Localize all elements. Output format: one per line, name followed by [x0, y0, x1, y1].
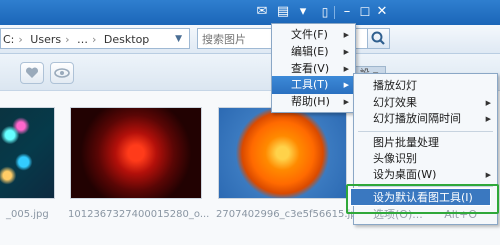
- address-row: C: › Users › … › Desktop ▼: [0, 25, 500, 54]
- thumbnail-red-flower[interactable]: [70, 107, 202, 199]
- search-icon: [371, 31, 385, 45]
- thumbnail-caption: 2707402996_c3e5f56615.jpg: [216, 209, 363, 220]
- heart-icon: [25, 67, 39, 78]
- favorite-button[interactable]: [20, 62, 44, 84]
- eye-icon: [54, 68, 70, 78]
- minimize-icon[interactable]: –: [338, 3, 356, 21]
- path-separator-icon: ›: [92, 33, 97, 46]
- menu-item-label: 设为桌面(W): [373, 168, 437, 181]
- maximize-icon[interactable]: ☐: [356, 3, 374, 21]
- menu-item-slide-interval[interactable]: 幻灯播放间隔时间 ▶: [354, 110, 497, 128]
- menu-item-edit[interactable]: 编辑(E) ▶: [272, 43, 355, 61]
- menu-item-file[interactable]: 文件(F) ▶: [272, 26, 355, 44]
- view-button[interactable]: [50, 62, 74, 84]
- thumbnail-orange-flower[interactable]: [218, 107, 347, 199]
- thumbnail-caption: 1012367327400015280_o...: [68, 209, 210, 220]
- search-button[interactable]: [367, 29, 389, 48]
- menu-item-slideshow[interactable]: 播放幻灯: [354, 77, 497, 95]
- path-users[interactable]: Users: [30, 33, 61, 46]
- menu-item-label: 帮助(H): [291, 95, 330, 108]
- menu-item-set-desktop[interactable]: 设为桌面(W) ▶: [354, 166, 497, 184]
- pin-icon[interactable]: ▯: [316, 3, 334, 21]
- close-icon[interactable]: ✕: [373, 3, 391, 21]
- address-bar[interactable]: C: › Users › … › Desktop ▼: [0, 28, 190, 49]
- path-desktop[interactable]: Desktop: [104, 33, 149, 46]
- menu-item-label: 编辑(E): [291, 45, 329, 58]
- path-separator-icon: ›: [18, 33, 23, 46]
- feedback-icon[interactable]: ✉: [253, 3, 271, 21]
- menu-item-label: 文件(F): [291, 28, 328, 41]
- chevron-down-icon[interactable]: ▼: [175, 29, 182, 48]
- submenu-arrow-icon: ▶: [343, 98, 349, 106]
- skin-icon[interactable]: ▤: [274, 3, 292, 21]
- submenu-arrow-icon: ▶: [343, 48, 349, 56]
- divider: [334, 6, 335, 19]
- menu-icon[interactable]: ▾: [294, 3, 312, 21]
- menu-item-label: 设为默认看图工具(I): [373, 191, 473, 204]
- path-drive[interactable]: C:: [3, 33, 14, 46]
- menu-item-label: 播放幻灯: [373, 79, 417, 92]
- title-bar: ✉ ▤ ▾ ▯ – ☐ ✕: [0, 0, 500, 25]
- thumbnail-bokeh[interactable]: [0, 107, 55, 199]
- menu-item-label: 幻灯播放间隔时间: [373, 112, 461, 125]
- path-ellipsis[interactable]: …: [77, 33, 88, 46]
- submenu-arrow-icon: ▶: [343, 31, 349, 39]
- menu-item-set-default-viewer[interactable]: 设为默认看图工具(I): [350, 188, 491, 206]
- submenu-arrow-icon: ▶: [485, 171, 491, 179]
- main-menu: 文件(F) ▶ 编辑(E) ▶ 查看(V) ▶ 工具(T) ▶ 帮助(H) ▶: [271, 23, 356, 113]
- submenu-arrow-icon: ▶: [343, 81, 349, 89]
- menu-item-help[interactable]: 帮助(H) ▶: [272, 93, 355, 111]
- menu-divider: [358, 131, 493, 132]
- submenu-arrow-icon: ▶: [485, 115, 491, 123]
- menu-item-label: 工具(T): [291, 78, 329, 91]
- menu-item-tools[interactable]: 工具(T) ▶: [272, 76, 355, 94]
- path-separator-icon: ›: [65, 33, 70, 46]
- thumbnail-caption: _005.jpg: [6, 209, 49, 220]
